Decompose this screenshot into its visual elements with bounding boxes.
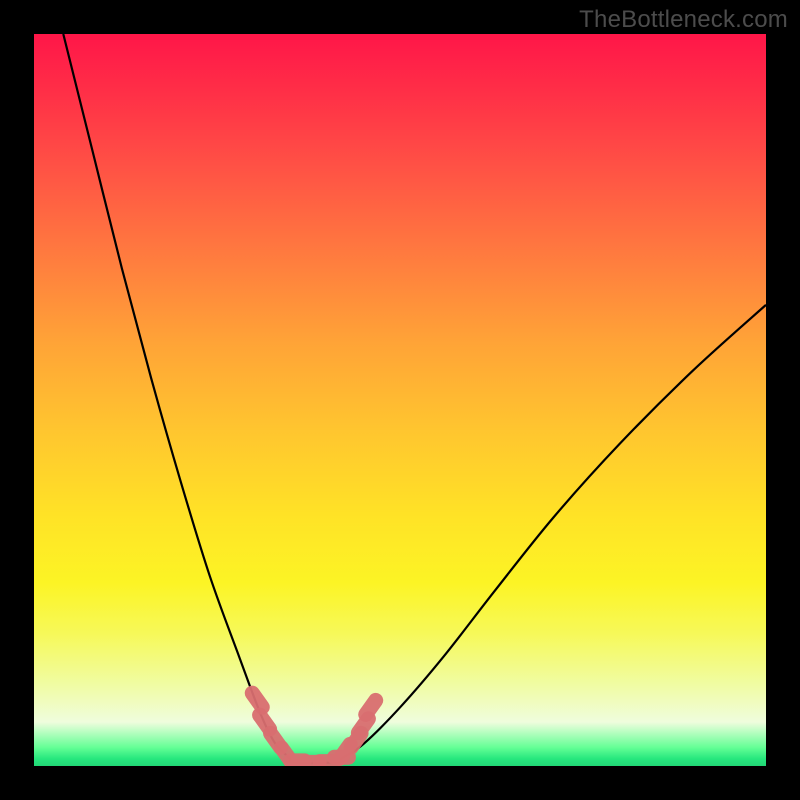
valley-marker: [340, 744, 350, 758]
chart-svg: [34, 34, 766, 766]
valley-marker: [252, 693, 262, 707]
chart-frame: TheBottleneck.com: [0, 0, 800, 800]
curve-lines: [63, 34, 766, 763]
bottleneck-curve: [63, 34, 766, 763]
valley-marker: [366, 700, 376, 714]
plot-area: [34, 34, 766, 766]
watermark-text: TheBottleneck.com: [579, 6, 788, 34]
valley-markers: [252, 693, 375, 762]
